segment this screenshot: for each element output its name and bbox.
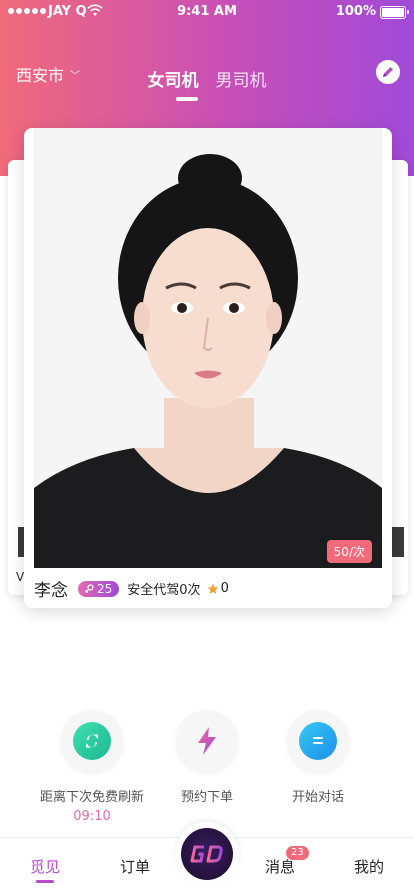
- safe-driving-count: 安全代驾0次: [127, 583, 201, 598]
- price-tag: 50/次: [326, 540, 372, 563]
- pencil-icon: [383, 67, 393, 77]
- rating: 0: [207, 581, 229, 596]
- refresh-action[interactable]: 距离下次免费刷新 09:10: [32, 710, 152, 824]
- battery-percent: 100%: [335, 4, 376, 19]
- female-icon: [85, 583, 94, 593]
- age-badge: 25: [78, 580, 120, 597]
- nav-item-discover[interactable]: 觅见: [30, 856, 60, 877]
- driver-name: 李念: [34, 581, 68, 601]
- driver-card[interactable]: 50/次 李念 25 安全代驾0次 0: [24, 128, 392, 608]
- chat-icon: [299, 722, 337, 760]
- start-chat-action[interactable]: 开始对话: [258, 710, 378, 805]
- action-bar: 距离下次免费刷新 09:10 预约下单 开始对话: [0, 710, 414, 830]
- start-chat-label: 开始对话: [291, 790, 344, 805]
- refresh-countdown: 09:10: [73, 809, 111, 824]
- driver-photo: [34, 128, 382, 568]
- rating-value: 0: [220, 581, 229, 596]
- tab-female-driver[interactable]: 女司机: [147, 66, 198, 91]
- battery-icon: [380, 6, 406, 19]
- nav-item-orders[interactable]: 订单: [120, 856, 150, 877]
- book-order-label: 预约下单: [180, 790, 233, 805]
- refresh-icon: [73, 722, 111, 760]
- driver-info-row: 李念 25 安全代驾0次 0: [34, 576, 229, 601]
- age-value: 25: [97, 581, 113, 596]
- active-tab-indicator: [176, 97, 198, 101]
- tab-male-driver[interactable]: 男司机: [216, 66, 267, 91]
- bottom-nav: 觅见 订单 消息 23 我的: [0, 822, 414, 896]
- stacked-card-text: V: [16, 570, 25, 584]
- star-icon: [207, 583, 219, 594]
- gd-logo-icon: [190, 845, 223, 863]
- gender-tabs: 女司机 男司机: [0, 66, 414, 91]
- message-count-badge: 23: [286, 846, 309, 860]
- lightning-icon: [188, 722, 226, 760]
- portrait-illustration: [34, 128, 382, 568]
- refresh-label: 距离下次免费刷新: [39, 790, 144, 805]
- center-action-button[interactable]: [175, 822, 239, 886]
- book-order-action[interactable]: 预约下单: [147, 710, 267, 805]
- nav-active-indicator: [36, 880, 54, 883]
- edit-button[interactable]: [376, 60, 400, 84]
- status-bar: JAY Q 9:41 AM 100%: [0, 0, 414, 24]
- nav-item-mine[interactable]: 我的: [354, 856, 384, 877]
